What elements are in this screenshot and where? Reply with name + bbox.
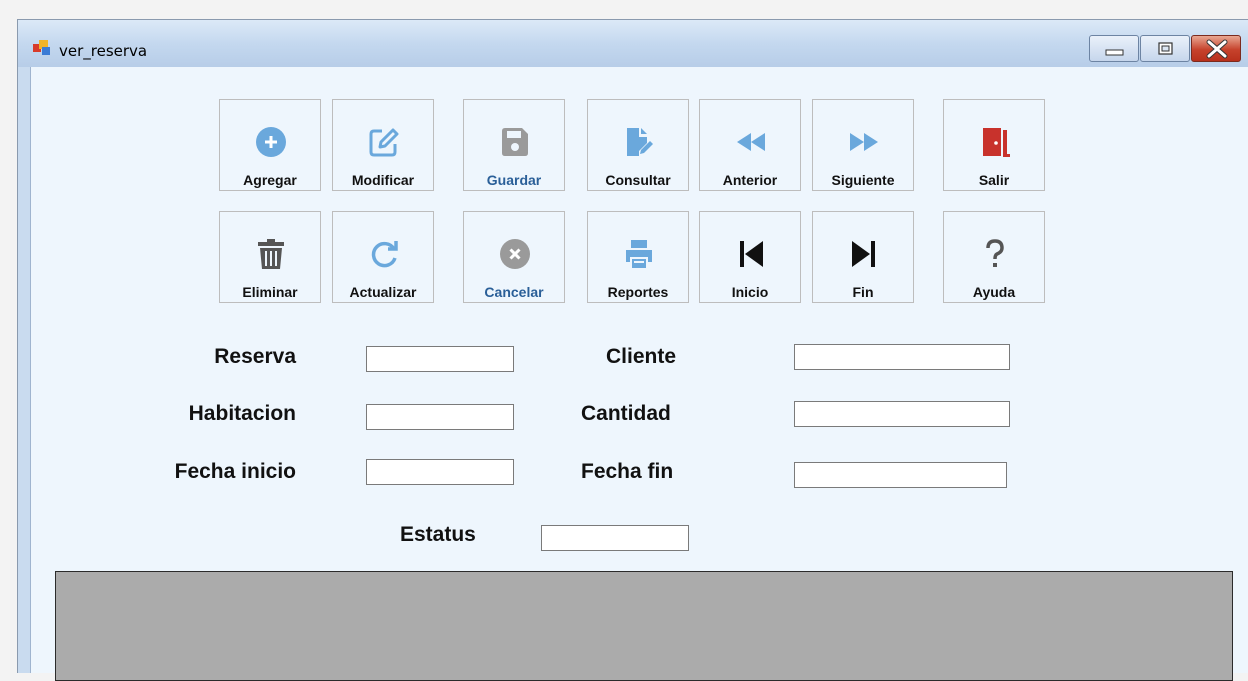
cliente-label: Cliente xyxy=(606,345,677,368)
question-icon xyxy=(986,239,1004,267)
close-icon xyxy=(1206,39,1228,59)
exit-door-icon xyxy=(983,128,1010,157)
trash-icon xyxy=(258,239,284,269)
estatus-label: Estatus xyxy=(400,523,476,546)
modificar-label: Modificar xyxy=(351,172,415,188)
fast-forward-icon xyxy=(850,133,878,151)
guardar-label: Guardar xyxy=(486,172,542,188)
skip-first-icon xyxy=(740,241,763,267)
anterior-label: Anterior xyxy=(722,172,778,188)
main-window: ver_reserva Agregar Modificar Guardar Co… xyxy=(17,19,1248,681)
guardar-button[interactable]: Guardar xyxy=(463,99,565,191)
fecha-inicio-input[interactable] xyxy=(366,459,514,485)
refresh-icon xyxy=(371,241,398,268)
reportes-label: Reportes xyxy=(607,284,669,300)
ayuda-button[interactable]: Ayuda xyxy=(943,211,1045,303)
fecha-inicio-label: Fecha inicio xyxy=(174,460,296,483)
agregar-button[interactable]: Agregar xyxy=(219,99,321,191)
salir-button[interactable]: Salir xyxy=(943,99,1045,191)
form-client-area: Agregar Modificar Guardar Consultar Ante… xyxy=(30,67,1248,681)
cliente-input[interactable] xyxy=(794,344,1010,370)
estatus-input[interactable] xyxy=(541,525,689,551)
minimize-button[interactable] xyxy=(1089,35,1139,62)
inicio-button[interactable]: Inicio xyxy=(699,211,801,303)
fecha-fin-input[interactable] xyxy=(794,462,1007,488)
cancelar-label: Cancelar xyxy=(484,284,544,300)
salir-label: Salir xyxy=(978,172,1010,188)
window-title: ver_reserva xyxy=(59,42,148,60)
ayuda-label: Ayuda xyxy=(972,284,1016,300)
reportes-button[interactable]: Reportes xyxy=(587,211,689,303)
skip-last-icon xyxy=(852,241,875,267)
restore-icon xyxy=(1158,42,1173,55)
reservations-data-grid[interactable] xyxy=(55,571,1233,681)
file-edit-icon xyxy=(627,128,653,156)
eliminar-button[interactable]: Eliminar xyxy=(219,211,321,303)
maximize-button[interactable] xyxy=(1140,35,1190,62)
reserva-input[interactable] xyxy=(366,346,514,372)
fin-label: Fin xyxy=(852,284,874,300)
rewind-icon xyxy=(737,133,765,151)
title-bar[interactable]: ver_reserva xyxy=(18,20,1248,67)
cancel-circle-icon xyxy=(500,239,530,269)
siguiente-label: Siguiente xyxy=(831,172,895,188)
modificar-button[interactable]: Modificar xyxy=(332,99,434,191)
printer-icon xyxy=(626,240,652,268)
actualizar-label: Actualizar xyxy=(349,284,417,300)
anterior-button[interactable]: Anterior xyxy=(699,99,801,191)
plus-circle-icon xyxy=(256,127,286,157)
eliminar-label: Eliminar xyxy=(242,284,298,300)
agregar-label: Agregar xyxy=(243,172,297,188)
siguiente-button[interactable]: Siguiente xyxy=(812,99,914,191)
cantidad-label: Cantidad xyxy=(581,402,671,425)
edit-icon xyxy=(369,128,399,157)
consultar-label: Consultar xyxy=(605,172,671,188)
fecha-fin-label: Fecha fin xyxy=(581,460,674,483)
actualizar-button[interactable]: Actualizar xyxy=(332,211,434,303)
minimize-icon xyxy=(1105,49,1124,56)
consultar-button[interactable]: Consultar xyxy=(587,99,689,191)
cantidad-input[interactable] xyxy=(794,401,1010,427)
close-button[interactable] xyxy=(1191,35,1241,62)
inicio-label: Inicio xyxy=(731,284,769,300)
app-icon xyxy=(33,40,50,55)
habitacion-input[interactable] xyxy=(366,404,514,430)
fin-button[interactable]: Fin xyxy=(812,211,914,303)
cancelar-button[interactable]: Cancelar xyxy=(463,211,565,303)
reserva-label: Reserva xyxy=(214,345,296,368)
save-icon xyxy=(502,128,528,156)
habitacion-label: Habitacion xyxy=(188,402,296,425)
